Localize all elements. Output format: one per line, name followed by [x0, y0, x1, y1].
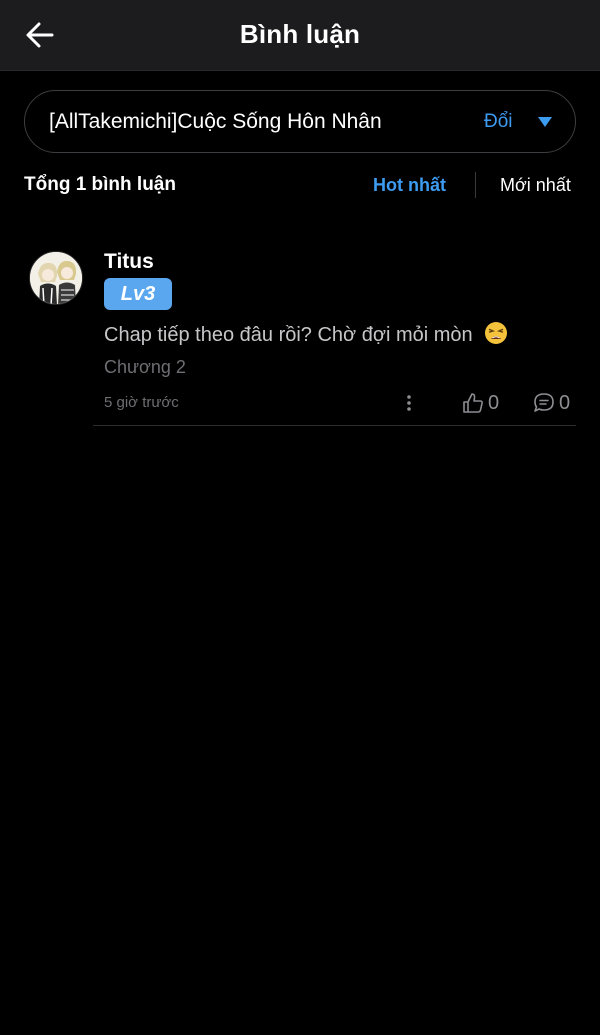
page-title: Bình luận [239, 19, 361, 49]
reply-button[interactable]: 0 [533, 390, 570, 416]
comment-username[interactable]: Titus [104, 250, 154, 274]
speech-bubble-icon [534, 393, 554, 412]
avatar[interactable] [29, 251, 83, 305]
comment-body: Chap tiếp theo đâu rồi? Chờ đợi mỏi mòn [104, 321, 508, 347]
like-button[interactable]: 0 [462, 390, 499, 416]
comment-count: Tổng 1 bình luận [24, 174, 176, 195]
comments-screen: Bình luận [AllTakemichi]Cuộc Sống Hôn Nh… [0, 0, 600, 1035]
triangle-down-icon[interactable] [536, 115, 554, 129]
comment-timestamp: 5 giờ trước [104, 394, 179, 411]
sort-hot-tab[interactable]: Hot nhất [373, 175, 446, 196]
comment-text: Chap tiếp theo đâu rồi? Chờ đợi mỏi mòn [104, 324, 473, 346]
vertical-dots-icon [407, 395, 411, 411]
story-selector[interactable]: [AllTakemichi]Cuộc Sống Hôn Nhân Đổi [24, 90, 576, 153]
sort-divider [475, 172, 476, 198]
avatar-image [30, 252, 82, 304]
top-bar: Bình luận [0, 0, 600, 71]
chapter-label[interactable]: Chương 2 [104, 357, 186, 378]
change-story-button[interactable]: Đổi [484, 111, 513, 133]
thumbs-up-icon [463, 393, 483, 413]
story-title: [AllTakemichi]Cuộc Sống Hôn Nhân [49, 110, 382, 133]
level-badge: Lv3 [104, 278, 172, 310]
reply-count: 0 [559, 391, 571, 414]
more-options-button[interactable] [400, 391, 418, 415]
tired-face-emoji-icon [485, 322, 508, 344]
sort-newest-tab[interactable]: Mới nhất [500, 175, 571, 196]
comment-divider [93, 425, 576, 426]
like-count: 0 [488, 391, 500, 414]
